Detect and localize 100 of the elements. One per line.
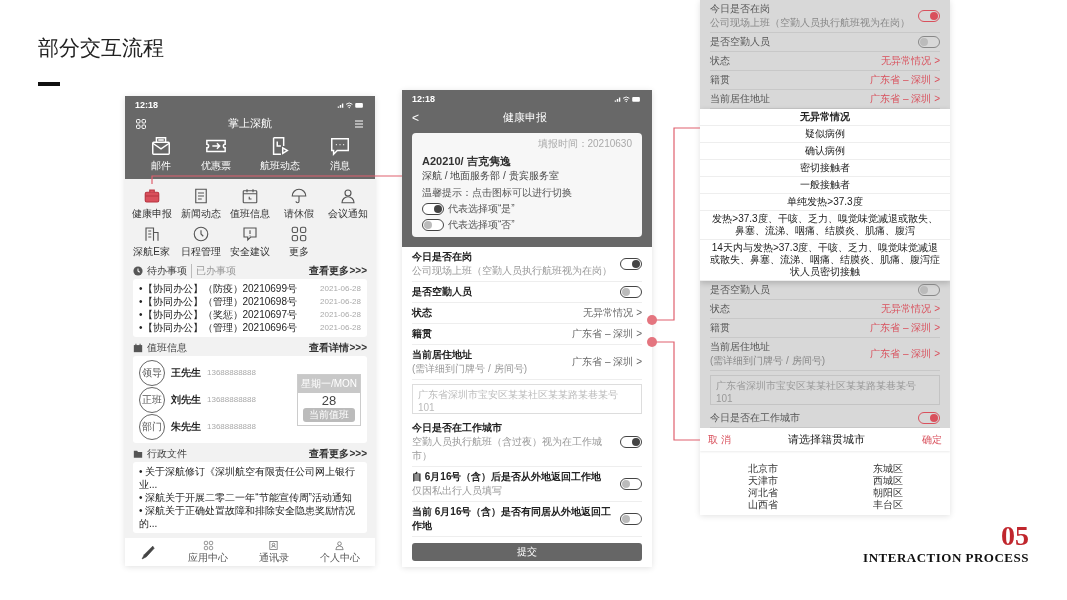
field-label: 当前 6月16号（含）是否有同居从外地返回工作地 xyxy=(412,505,613,533)
province-option[interactable]: 天津市 xyxy=(747,475,778,487)
option-item[interactable]: 发热>37.3度、干咳、乏力、嗅觉味觉减退或散失、鼻塞、流涕、咽痛、结膜炎、肌痛、腹泻 xyxy=(700,211,950,240)
document-link[interactable]: • 深航关于开展二零二一年“节能宣传周”活动通知 xyxy=(139,491,352,504)
section-title: 值班信息 xyxy=(147,341,187,355)
status-time: 12:18 xyxy=(135,100,159,110)
briefcase-icon xyxy=(142,187,161,205)
contact-card-icon xyxy=(268,539,280,551)
todo-item[interactable]: •【协同办公】（奖惩）20210697号 xyxy=(139,308,297,321)
status-icons xyxy=(337,101,365,109)
item-date: 2021-06-28 xyxy=(320,296,361,308)
toggle-switch[interactable] xyxy=(620,478,642,490)
grid-icon[interactable] xyxy=(135,117,147,130)
item-date: 2021-06-28 xyxy=(320,283,361,295)
clock-icon xyxy=(133,266,143,276)
tab-button[interactable]: 个人中心 xyxy=(319,539,360,565)
folder-icon xyxy=(133,449,143,459)
more-link[interactable]: 查看详情>>> xyxy=(309,341,367,355)
app-button[interactable]: 深航E家 xyxy=(127,225,177,259)
section-title: 待办事项 xyxy=(147,264,187,278)
document-link[interactable]: • 深航关于正确处置故障和排除安全隐患奖励情况的... xyxy=(139,504,361,530)
more-link[interactable]: 查看更多>>> xyxy=(309,447,367,461)
field-label: 自 6月16号（含）后是否从外地返回工作地 xyxy=(412,470,602,484)
option-item[interactable]: 密切接触者 xyxy=(700,160,950,177)
app-button[interactable]: 更多 xyxy=(274,225,324,259)
province-option[interactable]: 山西省 xyxy=(747,499,778,511)
field-label: 今日是否在工作城市 xyxy=(710,411,800,425)
todo-item[interactable]: •【协同办公】（防疫）20210699号 xyxy=(139,282,297,295)
field-label: 状态 xyxy=(710,54,730,68)
title-underline xyxy=(38,82,60,86)
option-item[interactable]: 一般接触者 xyxy=(700,177,950,194)
employee-name: A20210/ 吉克隽逸 xyxy=(422,154,512,169)
district-option[interactable]: 朝阳区 xyxy=(872,487,903,499)
district-option[interactable]: 东城区 xyxy=(872,463,903,475)
chat-bubble-icon xyxy=(328,135,351,157)
option-item[interactable]: 确认病例 xyxy=(700,143,950,160)
field-hint: 空勤人员执行航班（含过夜）视为在工作城市） xyxy=(412,435,603,463)
clock-icon xyxy=(191,225,210,243)
app-button[interactable]: 日程管理 xyxy=(176,225,226,259)
toggle-switch[interactable] xyxy=(620,436,642,448)
app-button[interactable]: 请休假 xyxy=(274,187,324,221)
option-item[interactable]: 无异常情况 xyxy=(700,109,950,126)
shortcut-button[interactable]: 优惠票 xyxy=(200,135,231,173)
connector-dot xyxy=(647,315,657,325)
field-hint: 公司现场上班（空勤人员执行航班视为在岗） xyxy=(710,16,910,30)
umbrella-icon xyxy=(290,187,309,205)
app-button[interactable]: 健康申报 xyxy=(127,187,177,221)
document-link[interactable]: • 关于深航修订《深圳航空有限责任公司网上银行业... xyxy=(139,465,361,491)
shortcut-button[interactable]: 邮件 xyxy=(149,135,172,173)
province-option[interactable]: 河北省 xyxy=(747,487,778,499)
select-value[interactable]: 广东省 – 深圳 > xyxy=(572,355,642,369)
toggle-switch[interactable] xyxy=(620,286,642,298)
calendar-icon xyxy=(133,343,143,353)
province-option[interactable]: 北京市 xyxy=(747,463,778,475)
option-item[interactable]: 14天内与发热>37.3度、干咳、乏力、嗅觉味觉减退或散失、鼻塞、流涕、咽痛、结膜炎、肌痛、腹泻症状人员密切接触 xyxy=(700,240,950,281)
section-title: 行政文件 xyxy=(147,447,187,461)
section-number: 05 xyxy=(1001,522,1029,550)
grid-icon xyxy=(202,539,214,551)
toggle-switch[interactable] xyxy=(620,513,642,525)
tab-button[interactable]: 应用中心 xyxy=(188,539,229,565)
shortcut-button[interactable]: 航班动态 xyxy=(259,135,300,173)
building-icon xyxy=(142,225,161,243)
district-option[interactable]: 丰台区 xyxy=(872,499,903,511)
todo-item[interactable]: •【协同办公】（管理）20210698号 xyxy=(139,295,297,308)
district-option[interactable]: 西城区 xyxy=(872,475,903,487)
app-button[interactable]: 会议通知 xyxy=(323,187,373,221)
more-link[interactable]: 查看更多>>> xyxy=(309,264,367,278)
submit-button[interactable]: 提交 xyxy=(412,543,642,561)
select-value[interactable]: 广东省 – 深圳 > xyxy=(572,327,642,341)
phone-number: 13688888888 xyxy=(207,368,256,377)
select-value[interactable]: 无异常情况 > xyxy=(583,306,642,320)
option-item[interactable]: 单纯发热>37.3度 xyxy=(700,194,950,211)
person-name: 刘先生 xyxy=(171,392,201,407)
tip-text: 温馨提示：点击图标可以进行切换 xyxy=(422,186,573,200)
item-date: 2021-06-28 xyxy=(320,309,361,321)
field-label: 籍贯 xyxy=(710,321,730,335)
field-label: 是否空勤人员 xyxy=(412,285,472,299)
legend-text: 代表选择项“是” xyxy=(448,202,515,216)
todo-item[interactable]: •【协同办公】（管理）20210696号 xyxy=(139,321,297,334)
app-button[interactable]: 新闻动态 xyxy=(176,187,226,221)
speech-bubble-icon xyxy=(241,225,259,243)
confirm-button[interactable]: 确定 xyxy=(922,432,942,447)
field-label: 籍贯 xyxy=(710,73,730,87)
status-time: 12:18 xyxy=(412,94,436,104)
screen-title: 健康申报 xyxy=(502,110,547,125)
toggle-switch[interactable] xyxy=(620,258,642,270)
app-button[interactable]: 安全建议 xyxy=(225,225,275,259)
app-title: 掌上深航 xyxy=(228,116,272,131)
field-label: 籍贯 xyxy=(412,327,432,341)
legend-text: 代表选择项“否” xyxy=(448,218,515,232)
option-item[interactable]: 疑似病例 xyxy=(700,126,950,143)
cancel-button[interactable]: 取 消 xyxy=(708,432,731,447)
menu-icon[interactable] xyxy=(353,117,365,130)
tab-button[interactable]: 通讯录 xyxy=(258,539,289,565)
field-label: 当前居住地址 xyxy=(412,348,473,362)
calendar-icon xyxy=(241,187,259,205)
page-title: 部分交互流程 xyxy=(38,35,164,61)
back-button[interactable]: < xyxy=(412,110,419,125)
shortcut-button[interactable]: 消息 xyxy=(328,135,351,173)
app-button[interactable]: 值班信息 xyxy=(225,187,275,221)
